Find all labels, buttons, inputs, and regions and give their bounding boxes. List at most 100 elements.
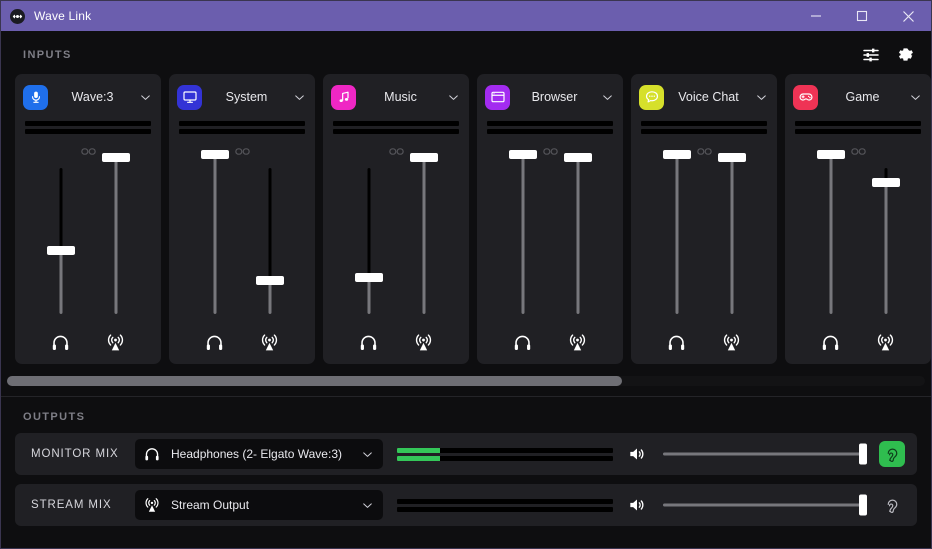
music-note-icon[interactable] [331,84,356,110]
headphones-icon[interactable] [44,332,78,353]
headphones-icon[interactable] [198,332,232,353]
monitor-fader[interactable] [198,149,232,320]
output-volume-slider[interactable] [663,494,867,516]
monitor-icon[interactable] [177,84,202,110]
link-broken-icon[interactable] [485,140,615,162]
channel-meters [639,121,769,134]
chevron-down-icon[interactable] [599,91,615,104]
monitor-fader-thumb[interactable] [46,245,75,255]
channel-meter [641,121,767,126]
headphones-icon[interactable] [814,332,848,353]
inputs-area: Wave:3 System Music Browser Voice Chat G… [1,74,931,364]
monitor-fader-fill [213,154,216,314]
stream-fader-thumb[interactable] [871,178,900,188]
stream-fader[interactable] [253,162,287,320]
output-monitor-toggle[interactable] [879,441,905,467]
microphone-icon[interactable] [23,84,48,110]
channel-strip: Game [785,74,931,364]
window-title: Wave Link [34,9,92,23]
broadcast-icon[interactable] [561,332,595,353]
monitor-fader-fill [59,250,62,314]
sliders-icon[interactable] [862,46,880,64]
monitor-fader-thumb[interactable] [354,272,383,282]
stream-fader[interactable] [407,153,441,320]
output-volume-track[interactable] [663,503,867,507]
channel-name: Game [845,90,880,104]
monitor-fader[interactable] [506,149,540,320]
browser-window-icon[interactable] [485,84,510,110]
output-device-select[interactable]: Stream Output [135,490,383,520]
stream-fader[interactable] [561,153,595,320]
output-meters [397,498,613,512]
channel-strip: Browser [477,74,623,364]
output-volume-slider[interactable] [663,443,867,465]
stream-fader-thumb[interactable] [101,153,130,163]
link-broken-icon[interactable] [331,140,461,162]
monitor-fader-fill [521,154,524,314]
close-icon[interactable] [885,1,931,31]
channel-faders [639,149,769,320]
monitor-fader-fill [367,277,370,314]
monitor-fader[interactable] [814,149,848,320]
channel-strip: Wave:3 [15,74,161,364]
chevron-down-icon[interactable] [359,499,375,512]
link-broken-icon[interactable] [793,140,923,162]
chevron-down-icon[interactable] [445,91,461,104]
monitor-fader[interactable] [352,162,386,320]
output-monitor-toggle[interactable] [879,492,905,518]
monitor-fader-fill [675,154,678,314]
stream-fader-thumb[interactable] [255,275,284,285]
headphones-icon[interactable] [506,332,540,353]
inputs-scroll-zone [1,364,931,386]
speaker-icon[interactable] [627,495,649,515]
channel-meter [179,129,305,134]
outputs-header: OUTPUTS [1,397,931,433]
speaker-icon[interactable] [627,444,649,464]
chevron-down-icon[interactable] [907,91,923,104]
headphones-icon[interactable] [660,332,694,353]
monitor-fader-thumb[interactable] [200,149,229,159]
channel-header: Game [793,82,923,112]
horizontal-scrollbar[interactable] [7,376,925,386]
monitor-fader-thumb[interactable] [816,149,845,159]
channel-meter [25,121,151,126]
broadcast-icon[interactable] [407,332,441,353]
output-volume-track[interactable] [663,452,867,456]
monitor-fader[interactable] [44,162,78,320]
monitor-fader-thumb[interactable] [662,149,691,159]
stream-fader-thumb[interactable] [717,153,746,163]
chat-bubble-icon[interactable] [639,84,664,110]
headphones-icon[interactable] [352,332,386,353]
gamepad-icon[interactable] [793,84,818,110]
link-broken-icon[interactable] [23,140,153,162]
broadcast-icon[interactable] [99,332,133,353]
wave-link-window: Wave Link INPUTS Wave:3 System Music Bro… [0,0,932,549]
link-broken-icon[interactable] [639,140,769,162]
scrollbar-thumb[interactable] [7,376,623,386]
stream-fader-fill [730,157,733,314]
output-device-select[interactable]: Headphones (2- Elgato Wave:3) [135,439,383,469]
minimize-icon[interactable] [793,1,839,31]
maximize-icon[interactable] [839,1,885,31]
broadcast-icon[interactable] [715,332,749,353]
stream-fader-thumb[interactable] [563,153,592,163]
chevron-down-icon[interactable] [359,448,375,461]
stream-fader[interactable] [99,153,133,320]
chevron-down-icon[interactable] [137,91,153,104]
link-broken-icon[interactable] [177,140,307,162]
stream-fader[interactable] [869,162,903,320]
output-label: MONITOR MIX [31,448,119,460]
gear-icon[interactable] [896,45,915,64]
output-volume-thumb[interactable] [859,494,867,516]
stream-fader[interactable] [715,153,749,320]
monitor-fader-thumb[interactable] [508,149,537,159]
stream-fader-thumb[interactable] [409,153,438,163]
output-meter [397,498,613,504]
stream-fader-fill [268,280,271,314]
output-volume-thumb[interactable] [859,443,867,465]
broadcast-icon[interactable] [869,332,903,353]
chevron-down-icon[interactable] [291,91,307,104]
broadcast-icon[interactable] [253,332,287,353]
monitor-fader[interactable] [660,149,694,320]
chevron-down-icon[interactable] [753,91,769,104]
